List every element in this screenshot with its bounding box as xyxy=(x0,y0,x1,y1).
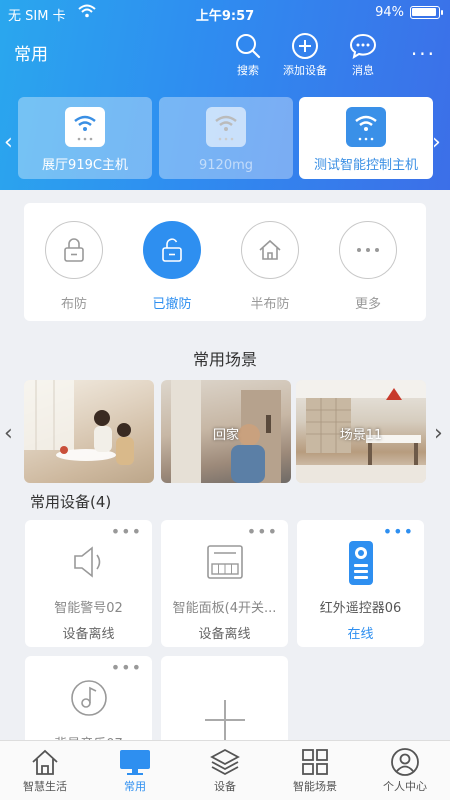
more-menu-button[interactable]: ··· xyxy=(411,42,436,66)
device-more-button[interactable]: ••• xyxy=(111,522,142,541)
switch-panel-icon xyxy=(161,542,288,582)
house-icon xyxy=(0,747,90,777)
lock-icon xyxy=(45,221,103,279)
more-modes-button[interactable]: 更多 xyxy=(333,221,403,312)
wifi-host-icon xyxy=(346,107,386,147)
host-name: 测试智能控制主机 xyxy=(313,158,418,173)
host-next-arrow[interactable]: › xyxy=(432,130,441,155)
battery-icon xyxy=(410,6,443,19)
battery-percent: 94% xyxy=(375,5,404,20)
nav-smart-life[interactable]: 智慧生活 xyxy=(0,741,90,800)
host-card-selected[interactable]: 测试智能控制主机 xyxy=(299,97,433,179)
device-status: 设备离线 xyxy=(198,627,251,642)
device-more-button[interactable]: ••• xyxy=(383,522,414,541)
wifi-host-icon xyxy=(65,107,105,147)
remote-icon xyxy=(297,540,424,586)
messages-button[interactable]: 消息 xyxy=(333,32,393,78)
disarm-label: 已撤防 xyxy=(152,297,192,312)
host-name: 9120mg xyxy=(199,158,253,173)
status-bar: 无 SIM 卡 上午9:57 94% xyxy=(0,0,450,26)
wifi-host-icon xyxy=(206,107,246,147)
arm-label: 布防 xyxy=(60,297,87,312)
devices-title: 常用设备(4) xyxy=(30,493,112,511)
device-name: 智能面板(4开关... xyxy=(172,601,277,616)
search-icon xyxy=(218,32,278,60)
device-card[interactable]: ••• 红外遥控器06 在线 xyxy=(297,520,424,647)
search-label: 搜索 xyxy=(237,64,259,77)
search-button[interactable]: 搜索 xyxy=(218,32,278,78)
nav-label: 智能场景 xyxy=(293,780,337,793)
nav-smart-scenes[interactable]: 智能场景 xyxy=(270,741,360,800)
layers-icon xyxy=(180,747,270,777)
security-mode-panel: 布防 已撤防 半布防 更多 xyxy=(24,203,426,321)
scene-card[interactable] xyxy=(24,380,154,483)
device-card[interactable]: ••• 智能警号02 设备离线 xyxy=(25,520,152,647)
scene-card[interactable]: 场景11 xyxy=(296,380,426,483)
messages-label: 消息 xyxy=(352,64,374,77)
nav-profile[interactable]: 个人中心 xyxy=(360,741,450,800)
scene-next-arrow[interactable]: › xyxy=(434,421,443,446)
device-status: 在线 xyxy=(347,627,374,642)
music-disc-icon xyxy=(25,678,152,718)
grid-icon xyxy=(270,747,360,777)
host-prev-arrow[interactable]: ‹ xyxy=(4,130,13,155)
monitor-icon xyxy=(90,747,180,777)
host-name: 展厅919C主机 xyxy=(42,158,128,173)
nav-label: 个人中心 xyxy=(383,780,427,793)
more-icon xyxy=(339,221,397,279)
bottom-nav: 智慧生活 常用 设备 智能场景 个人中心 xyxy=(0,740,450,800)
nav-label: 设备 xyxy=(214,780,236,793)
device-more-button[interactable]: ••• xyxy=(111,658,142,677)
plus-circle-icon xyxy=(275,32,335,60)
plus-icon xyxy=(161,698,288,742)
speaker-icon xyxy=(25,542,152,582)
nav-devices[interactable]: 设备 xyxy=(180,741,270,800)
half-arm-label: 半布防 xyxy=(250,297,290,312)
device-name: 智能警号02 xyxy=(54,601,123,616)
half-arm-button[interactable]: 半布防 xyxy=(235,221,305,312)
arm-button[interactable]: 布防 xyxy=(39,221,109,312)
scene-card[interactable]: 回家 xyxy=(161,380,291,483)
device-more-button[interactable]: ••• xyxy=(247,522,278,541)
host-card[interactable]: 展厅919C主机 xyxy=(18,97,152,179)
disarm-button[interactable]: 已撤防 xyxy=(137,221,207,312)
nav-label: 智慧生活 xyxy=(23,780,67,793)
message-icon xyxy=(333,32,393,60)
nav-label: 常用 xyxy=(124,780,146,793)
device-name: 红外遥控器06 xyxy=(319,601,402,616)
device-card[interactable]: ••• 智能面板(4开关... 设备离线 xyxy=(161,520,288,647)
nav-common[interactable]: 常用 xyxy=(90,741,180,800)
device-status: 设备离线 xyxy=(62,627,115,642)
scene-image xyxy=(24,380,134,465)
page-title: 常用 xyxy=(14,45,48,65)
more-modes-label: 更多 xyxy=(354,297,381,312)
add-device-label: 添加设备 xyxy=(283,64,327,77)
add-device-button[interactable]: 添加设备 xyxy=(275,32,335,78)
scene-label: 场景11 xyxy=(339,428,383,443)
unlock-icon xyxy=(143,221,201,279)
scene-label: 回家 xyxy=(212,428,239,443)
home-icon xyxy=(241,221,299,279)
person-icon xyxy=(360,747,450,777)
scenes-title: 常用场景 xyxy=(192,350,257,369)
scene-prev-arrow[interactable]: ‹ xyxy=(4,421,13,446)
host-card[interactable]: 9120mg xyxy=(159,97,293,179)
